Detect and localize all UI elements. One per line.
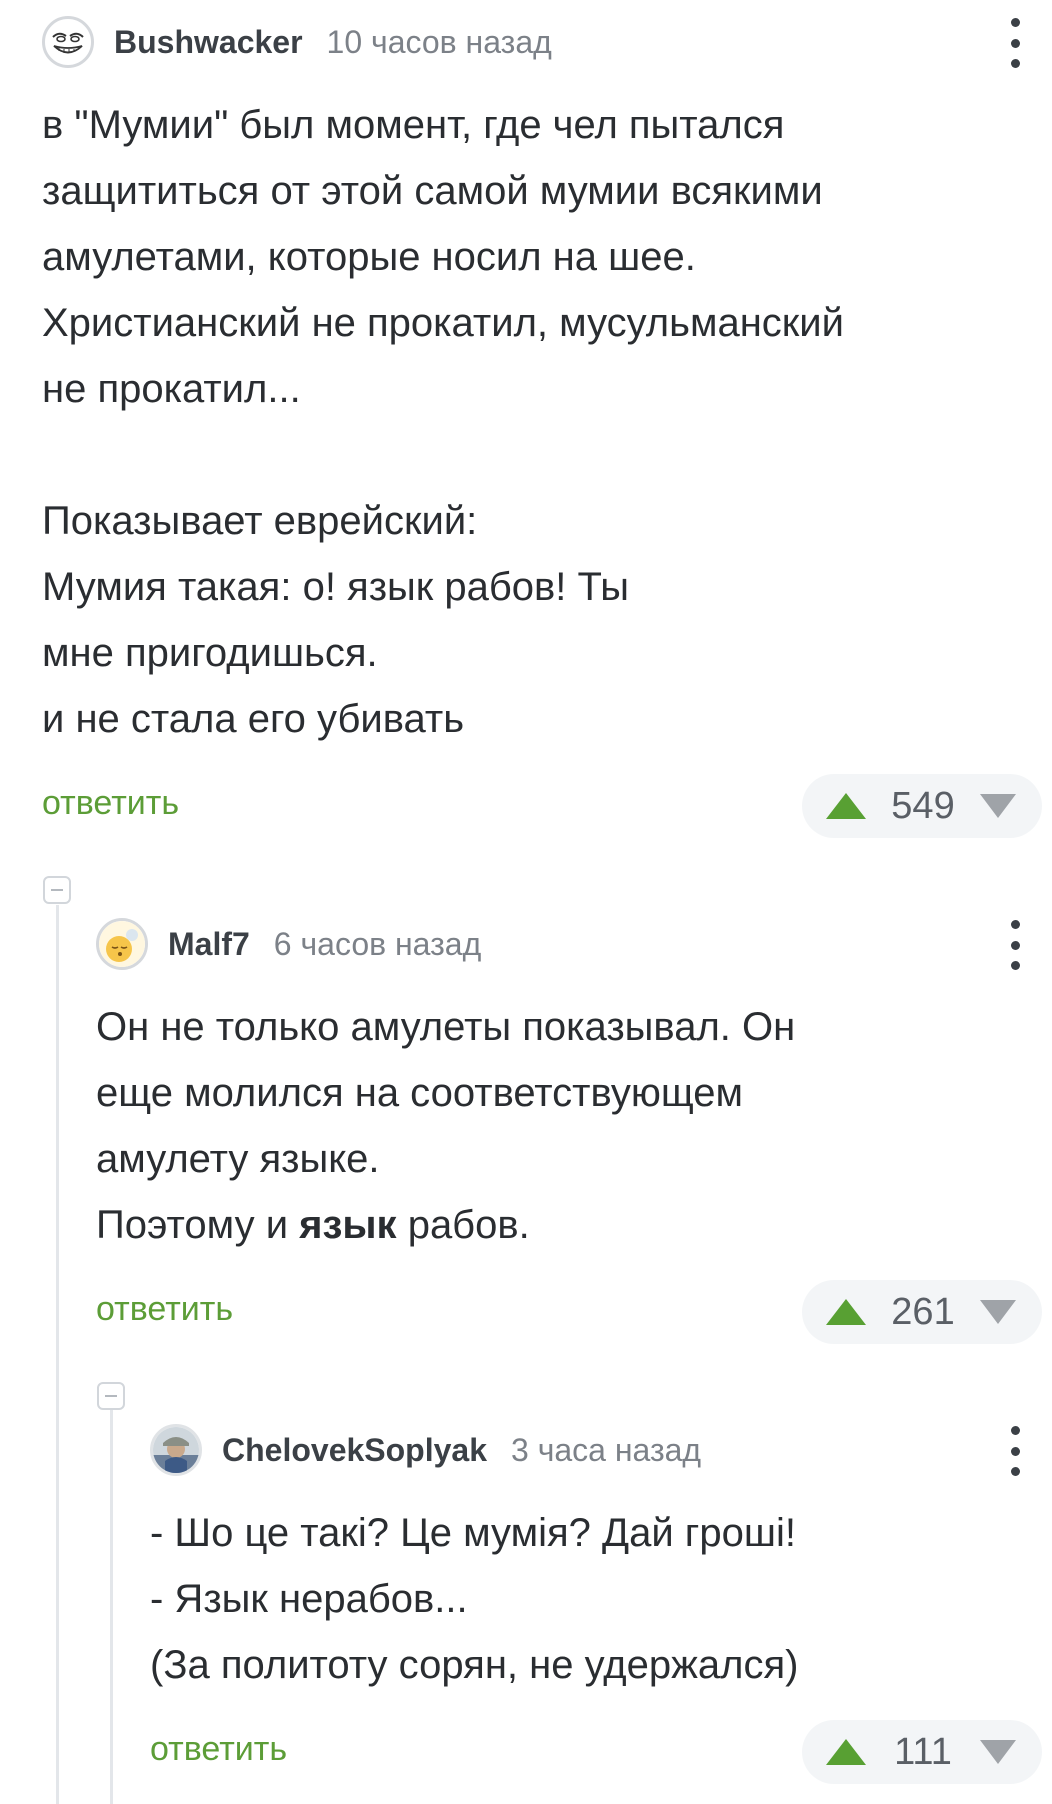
trollface-avatar[interactable]: [42, 16, 94, 68]
trollface-icon: [46, 20, 90, 64]
vote-count: 261: [891, 1290, 955, 1333]
comment-header: Malf7 6 часов назад: [96, 912, 481, 976]
comment-text: Он не только амулеты показывал. Он еще м…: [96, 994, 996, 1258]
triangle-up-icon[interactable]: [826, 1739, 866, 1765]
vote-widget: 111: [802, 1720, 1042, 1784]
comment-line: - Шо це такі? Це мумія? Дай гроші!: [150, 1511, 796, 1555]
vote-count: 549: [891, 784, 955, 827]
comment-line: Показывает еврейский:: [42, 499, 478, 543]
comment-line: Он не только амулеты показывал. Он: [96, 1005, 796, 1049]
comment-text: - Шо це такі? Це мумія? Дай гроші! - Язы…: [150, 1500, 1010, 1698]
comment-line: мне пригодишься.: [42, 631, 378, 675]
comment-line: (За политоту сорян, не удержался): [150, 1643, 799, 1687]
comment-line: еще молился на соответствующем: [96, 1071, 744, 1115]
triangle-down-icon[interactable]: [980, 794, 1016, 818]
vote-widget: 549: [802, 774, 1042, 838]
username[interactable]: Bushwacker: [114, 24, 303, 61]
triangle-up-icon[interactable]: [826, 1299, 866, 1325]
vote-widget: 261: [802, 1280, 1042, 1344]
comment-line: защититься от этой самой мумии всякими: [42, 169, 823, 213]
comment-line: Поэтому и язык рабов.: [96, 1192, 996, 1258]
person-photo-icon: [153, 1427, 199, 1473]
comment-line: Мумия такая: о! язык рабов! Ты: [42, 565, 629, 609]
thread-line-level-1: [56, 905, 59, 1804]
more-vertical-icon[interactable]: [1008, 920, 1022, 970]
comment-line: амулету языке.: [96, 1137, 380, 1181]
username[interactable]: ChelovekSoplyak: [222, 1432, 487, 1469]
username[interactable]: Malf7: [168, 926, 250, 963]
more-vertical-icon[interactable]: [1008, 18, 1022, 68]
comment-header: ChelovekSoplyak 3 часа назад: [150, 1418, 701, 1482]
sleeping-emoji-avatar[interactable]: [96, 918, 148, 970]
photo-avatar[interactable]: [150, 1424, 202, 1476]
triangle-down-icon[interactable]: [980, 1300, 1016, 1324]
bold-text: язык: [299, 1203, 397, 1247]
comment-line: и не стала его убивать: [42, 697, 465, 741]
collapse-thread-button[interactable]: [97, 1382, 125, 1410]
timestamp[interactable]: 10 часов назад: [327, 24, 552, 61]
comment-line: в "Мумии" был момент, где чел пытался: [42, 103, 785, 147]
reply-link[interactable]: ответить: [150, 1730, 287, 1769]
comment-line: амулетами, которые носил на шее.: [42, 235, 696, 279]
triangle-up-icon[interactable]: [826, 793, 866, 819]
comment-line: - Язык нерабов...: [150, 1577, 468, 1621]
collapse-thread-button[interactable]: [43, 876, 71, 904]
comment-text: в "Мумии" был момент, где чел пытался за…: [42, 92, 1002, 752]
text-fragment: рабов.: [396, 1203, 530, 1247]
timestamp[interactable]: 6 часов назад: [274, 926, 481, 963]
timestamp[interactable]: 3 часа назад: [511, 1432, 701, 1469]
comment-line: Христианский не прокатил, мусульманский: [42, 301, 844, 345]
vote-count: 111: [894, 1730, 952, 1773]
comment-header: Bushwacker 10 часов назад: [42, 10, 552, 74]
thread-line-level-2: [110, 1410, 113, 1804]
more-vertical-icon[interactable]: [1008, 1426, 1022, 1476]
comment-line: [42, 422, 1002, 488]
sleeping-face-icon: [99, 921, 145, 967]
reply-link[interactable]: ответить: [42, 784, 179, 823]
text-fragment: Поэтому и: [96, 1203, 300, 1247]
comment-line: не прокатил...: [42, 367, 301, 411]
reply-link[interactable]: ответить: [96, 1290, 233, 1329]
triangle-down-icon[interactable]: [979, 1740, 1016, 1764]
